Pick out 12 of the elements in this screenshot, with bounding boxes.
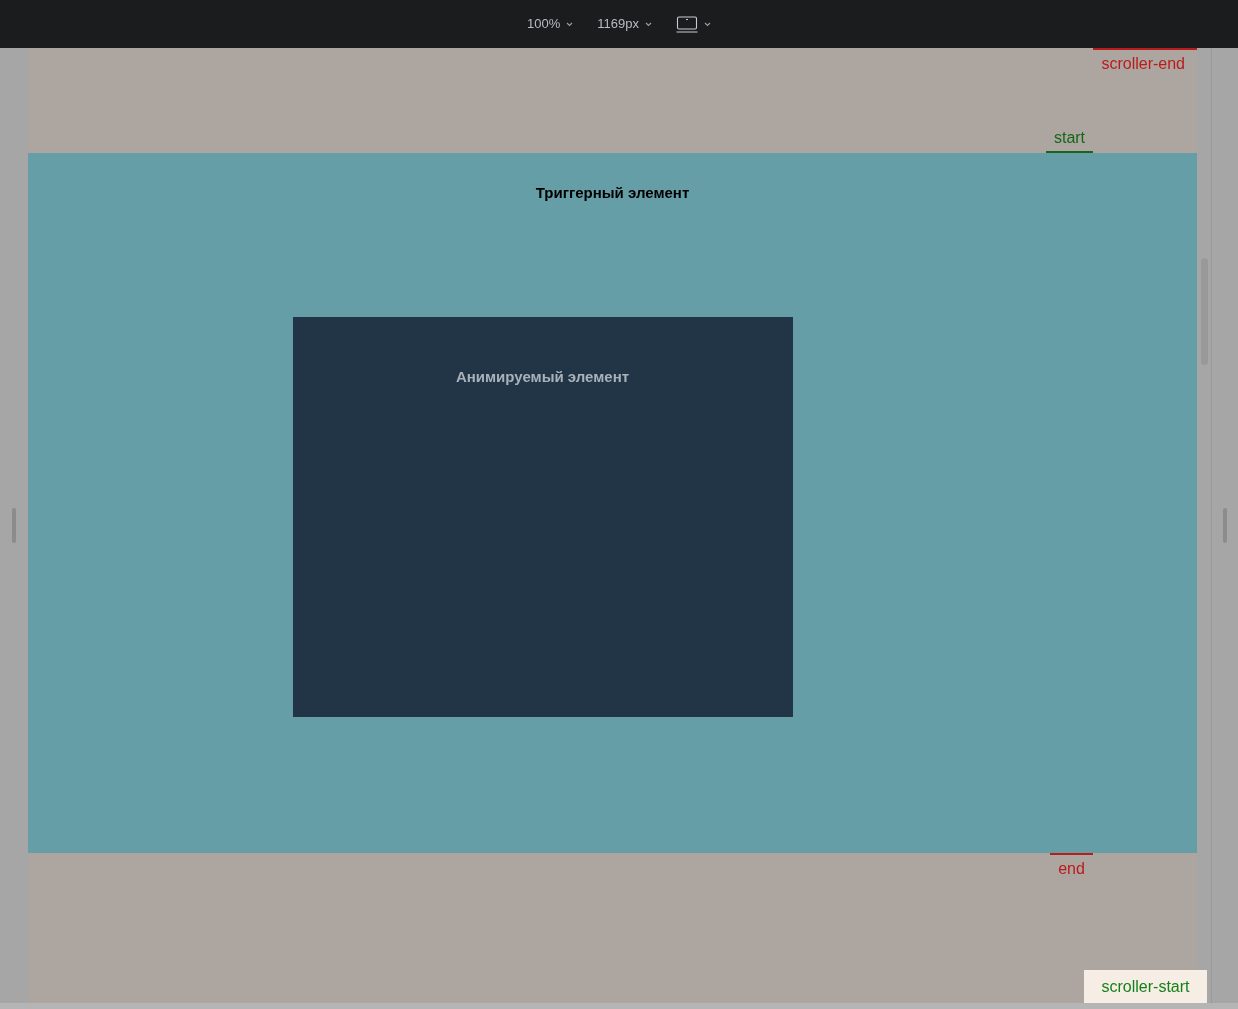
- device-dropdown[interactable]: [675, 15, 711, 33]
- trigger-title: Триггерный элемент: [535, 183, 690, 203]
- chevron-down-icon: [566, 21, 574, 27]
- chevron-down-icon: [703, 21, 711, 27]
- marker-line: end: [1050, 853, 1093, 881]
- width-dropdown[interactable]: 1169px: [597, 14, 652, 34]
- zoom-dropdown[interactable]: 100%: [527, 14, 574, 34]
- laptop-icon: [675, 15, 698, 33]
- marker-line: scroller-end: [1093, 48, 1197, 76]
- chevron-down-icon: [644, 21, 652, 27]
- animated-label: Анимируемый элемент: [455, 366, 630, 387]
- marker-label: scroller-start: [1084, 970, 1207, 1003]
